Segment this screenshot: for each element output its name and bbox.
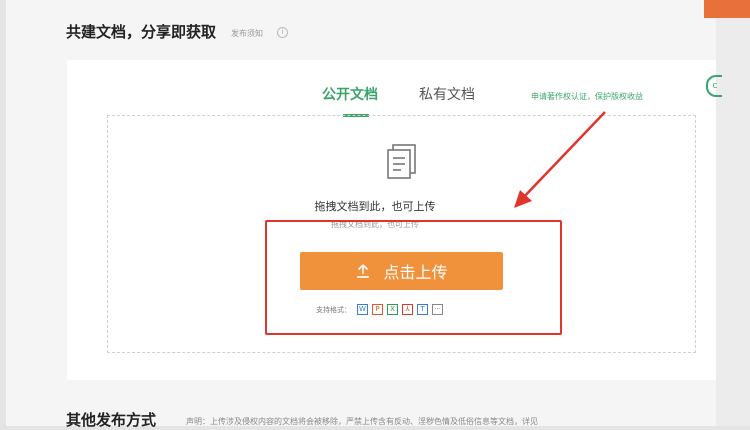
annotation-highlight-box [265,220,562,335]
document-icon [387,144,416,179]
disclaimer-text: 声明：上传涉及侵权内容的文档将会被移除，严禁上传含有反动、淫秽色情及低俗信息等文… [186,417,538,426]
tab-public-docs[interactable]: 公开文档 [322,84,378,104]
copyright-circle-icon[interactable]: c [706,75,722,97]
page-title: 共建文档，分享即获取 [66,23,217,41]
copyright-cert-link[interactable]: 申请著作权认证，保护版权收益 [531,91,643,102]
info-icon[interactable]: i [277,27,288,38]
floating-orange-tab[interactable] [704,0,750,18]
tab-private-docs[interactable]: 私有文档 [419,84,475,104]
other-methods-title: 其他发布方式 [66,411,157,429]
publish-note-link[interactable]: 发布须知 [231,28,263,39]
drag-hint: 拖拽文档到此，也可上传 [314,200,436,213]
